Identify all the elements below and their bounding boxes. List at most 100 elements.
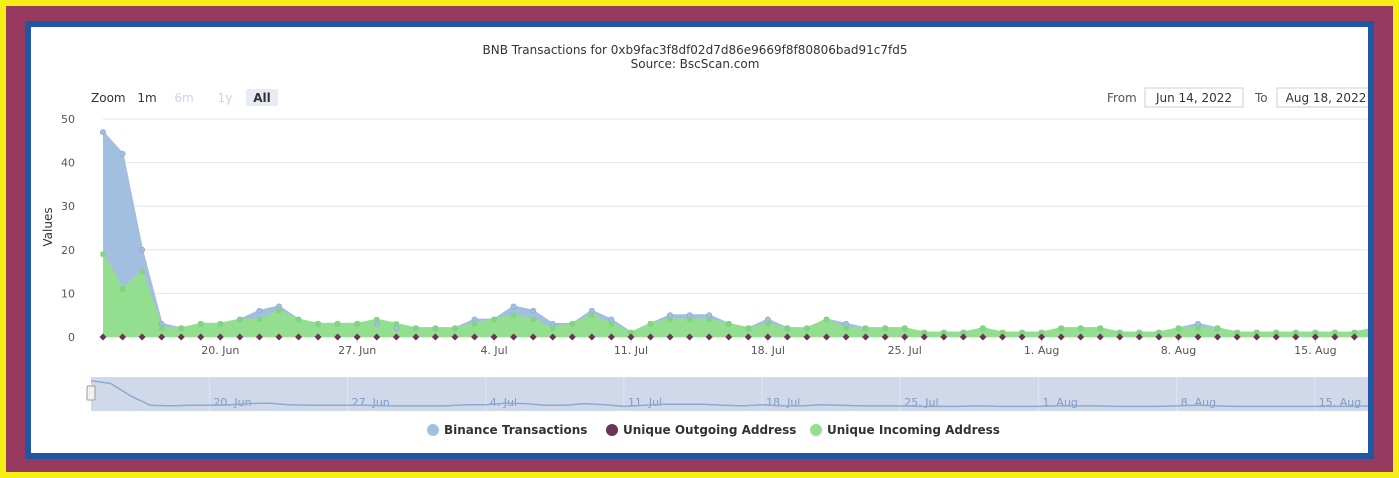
point-unique-incoming[interactable] [863, 325, 869, 331]
range-from-input[interactable]: Jun 14, 2022 [1144, 87, 1244, 108]
x-tick-label: 4. Jul [480, 344, 507, 357]
legend-label: Unique Incoming Address [827, 423, 1000, 437]
point-binance-transactions[interactable] [549, 320, 556, 327]
zoom-button-all-label: All [253, 91, 271, 105]
navigator-tick-label: 20. Jun [213, 396, 251, 409]
point-unique-incoming[interactable] [1078, 325, 1084, 331]
point-unique-incoming[interactable] [530, 317, 536, 323]
point-binance-transactions[interactable] [256, 307, 263, 314]
point-unique-incoming[interactable] [276, 308, 282, 314]
point-binance-transactions[interactable] [843, 320, 850, 327]
legend-item[interactable]: Unique Incoming Address [810, 423, 1000, 437]
point-unique-incoming[interactable] [491, 317, 497, 323]
point-unique-incoming[interactable] [432, 325, 438, 331]
point-unique-incoming[interactable] [882, 325, 888, 331]
point-binance-transactions[interactable] [139, 246, 146, 253]
point-binance-transactions[interactable] [706, 312, 713, 319]
point-unique-incoming[interactable] [139, 269, 145, 275]
zoom-button-all[interactable]: All [246, 89, 278, 106]
point-binance-transactions[interactable] [608, 316, 615, 323]
y-tick-label: 40 [61, 157, 75, 170]
point-unique-incoming[interactable] [589, 312, 595, 318]
point-unique-incoming[interactable] [354, 321, 360, 327]
point-binance-transactions[interactable] [471, 316, 478, 323]
point-unique-incoming[interactable] [1097, 325, 1103, 331]
point-binance-transactions[interactable] [275, 303, 282, 310]
point-unique-incoming[interactable] [511, 312, 517, 318]
point-unique-incoming[interactable] [374, 317, 380, 323]
point-unique-incoming[interactable] [1175, 325, 1181, 331]
point-unique-incoming[interactable] [608, 321, 614, 327]
zoom-button-6m[interactable]: 6m [169, 89, 199, 106]
point-unique-incoming[interactable] [902, 325, 908, 331]
navigator[interactable]: 20. Jun 27. Jun 4. Jul 11. Jul 18. Jul 25. Ju… [86, 377, 1379, 411]
point-unique-incoming[interactable] [1058, 325, 1064, 331]
point-unique-incoming[interactable] [296, 317, 302, 323]
point-unique-incoming[interactable] [315, 321, 321, 327]
point-unique-incoming[interactable] [1195, 325, 1201, 331]
chart-panel: BNB Transactions for 0xb9fac3f8df02d7d86… [31, 27, 1379, 453]
legend-symbol [606, 424, 618, 436]
point-unique-incoming[interactable] [550, 325, 556, 331]
point-unique-incoming[interactable] [335, 321, 341, 327]
x-tick-label: 18. Jul [751, 344, 785, 357]
zoom-button-1m[interactable]: 1m [134, 89, 160, 106]
point-unique-incoming[interactable] [804, 325, 810, 331]
x-tick-label: 25. Jul [888, 344, 922, 357]
chart-title: BNB Transactions for 0xb9fac3f8df02d7d86… [483, 43, 908, 57]
point-unique-incoming[interactable] [159, 325, 165, 331]
point-binance-transactions[interactable] [1195, 320, 1202, 327]
point-unique-incoming[interactable] [726, 321, 732, 327]
point-unique-incoming[interactable] [765, 321, 771, 327]
point-unique-incoming[interactable] [569, 321, 575, 327]
point-unique-incoming[interactable] [687, 317, 693, 323]
x-tick-label: 8. Aug [1161, 344, 1196, 357]
navigator-tick-label: 1. Aug [1042, 396, 1077, 409]
point-unique-incoming[interactable] [452, 325, 458, 331]
point-unique-incoming[interactable] [843, 325, 849, 331]
legend-label: Binance Transactions [444, 423, 587, 437]
point-unique-incoming[interactable] [823, 317, 829, 323]
point-binance-transactions[interactable] [667, 312, 674, 319]
point-binance-transactions[interactable] [588, 307, 595, 314]
navigator-tick-label: 11. Jul [628, 396, 662, 409]
point-unique-incoming[interactable] [393, 321, 399, 327]
range-to-input[interactable]: Aug 18, 2022 [1276, 87, 1376, 108]
point-unique-incoming[interactable] [472, 321, 478, 327]
point-unique-incoming[interactable] [648, 321, 654, 327]
point-unique-incoming[interactable] [178, 325, 184, 331]
point-unique-incoming[interactable] [237, 317, 243, 323]
navigator-handle-left[interactable] [86, 385, 96, 401]
point-unique-incoming[interactable] [100, 251, 106, 257]
point-binance-transactions[interactable] [510, 303, 517, 310]
zoom-button-6m-label: 6m [174, 91, 193, 105]
legend-item[interactable]: Binance Transactions [427, 423, 587, 437]
point-binance-transactions[interactable] [393, 325, 400, 332]
legend-item[interactable]: Unique Outgoing Address [606, 423, 796, 437]
point-binance-transactions[interactable] [158, 320, 165, 327]
point-unique-incoming[interactable] [120, 286, 126, 292]
point-binance-transactions[interactable] [100, 129, 107, 136]
point-binance-transactions[interactable] [373, 320, 380, 327]
point-unique-incoming[interactable] [217, 321, 223, 327]
point-binance-transactions[interactable] [530, 307, 537, 314]
point-unique-incoming[interactable] [745, 325, 751, 331]
y-axis-label: Values [41, 207, 55, 246]
point-unique-incoming[interactable] [1215, 325, 1221, 331]
point-unique-incoming[interactable] [706, 317, 712, 323]
zoom-button-1y[interactable]: 1y [211, 89, 239, 106]
point-unique-incoming[interactable] [413, 325, 419, 331]
point-binance-transactions[interactable] [686, 312, 693, 319]
point-binance-transactions[interactable] [764, 316, 771, 323]
point-unique-incoming[interactable] [980, 325, 986, 331]
point-unique-incoming[interactable] [667, 317, 673, 323]
point-unique-incoming[interactable] [784, 325, 790, 331]
point-unique-incoming[interactable] [256, 317, 262, 323]
legend-symbol [810, 424, 822, 436]
x-tick-label: 15. Aug [1294, 344, 1336, 357]
legend-label: Unique Outgoing Address [623, 423, 796, 437]
point-unique-incoming[interactable] [198, 321, 204, 327]
range-from-label: From [1107, 91, 1137, 105]
legend-symbol [427, 424, 439, 436]
point-binance-transactions[interactable] [119, 150, 126, 157]
